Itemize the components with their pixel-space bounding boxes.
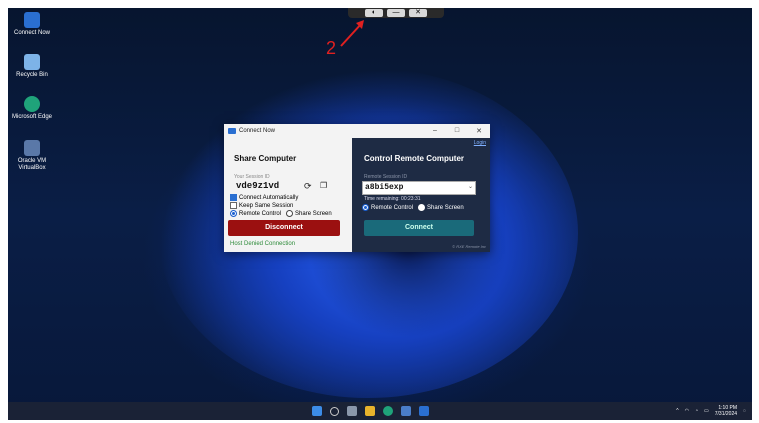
notification-icon[interactable]: ◌ bbox=[743, 408, 746, 414]
checkbox-label: Connect Automatically bbox=[239, 194, 299, 201]
window-titlebar: Connect Now – □ ✕ bbox=[224, 124, 490, 138]
keep-same-session-checkbox[interactable]: Keep Same Session bbox=[230, 202, 293, 209]
copy-icon[interactable]: ❐ bbox=[320, 181, 327, 190]
connection-status: Host Denied Connection bbox=[230, 241, 296, 247]
system-tray: ^ ◠ ◔ ▭ 1:10 PM 7/31/2024 ◌ bbox=[676, 405, 746, 417]
time-remaining: Time remaining: 00:23:31 bbox=[364, 196, 421, 202]
app-logo-icon bbox=[228, 128, 236, 134]
connect-automatically-checkbox[interactable]: Connect Automatically bbox=[230, 194, 298, 201]
checkbox-unchecked bbox=[230, 202, 237, 209]
disconnect-button[interactable]: Disconnect bbox=[228, 220, 340, 236]
close-session-button[interactable]: ✕ bbox=[409, 9, 427, 17]
copyright-text: © RXE Remote Inc bbox=[452, 244, 486, 249]
virtualbox-icon bbox=[24, 140, 40, 156]
recycle-bin-icon bbox=[24, 54, 40, 70]
desktop-icon-label: Microsoft Edge bbox=[11, 114, 53, 120]
annotation-number: 2 bbox=[326, 38, 337, 58]
maximize-icon[interactable]: □ bbox=[446, 127, 468, 135]
radio-label: Share Screen bbox=[427, 204, 464, 211]
annotation-arrow bbox=[340, 20, 364, 47]
login-link[interactable]: Login bbox=[474, 140, 486, 146]
clock[interactable]: 1:10 PM 7/31/2024 bbox=[715, 405, 737, 417]
desktop-icon-edge[interactable]: Microsoft Edge bbox=[10, 96, 54, 121]
desktop-icon-label: Recycle Bin bbox=[16, 72, 48, 78]
edge-icon bbox=[24, 96, 40, 112]
share-computer-pane: Share Computer Your Session ID vde9z1vd … bbox=[224, 138, 352, 252]
connect-now-window: Connect Now – □ ✕ Share Computer Your Se… bbox=[224, 124, 490, 252]
desktop-icon-label: Connect Now bbox=[13, 30, 51, 36]
share-mode-radios: Remote Control Share Screen bbox=[230, 210, 332, 217]
connect-button[interactable]: Connect bbox=[364, 220, 474, 236]
control-mode-radios: Remote Control Share Screen bbox=[362, 204, 464, 211]
search-icon[interactable] bbox=[330, 406, 339, 416]
remote-session-input[interactable]: a8bi5exp ⌄ bbox=[362, 181, 476, 195]
start-icon[interactable] bbox=[312, 406, 322, 416]
wifi-icon[interactable]: ◠ bbox=[685, 408, 689, 414]
speaker-icon[interactable]: ◔ bbox=[695, 408, 698, 414]
desktop-icon-virtualbox[interactable]: Oracle VM VirtualBox bbox=[10, 140, 54, 172]
battery-icon[interactable]: ▭ bbox=[704, 408, 709, 414]
share-heading: Share Computer bbox=[234, 154, 297, 163]
file-explorer-icon[interactable] bbox=[365, 406, 375, 416]
chevron-down-icon[interactable]: ⌄ bbox=[468, 183, 473, 190]
remote-session-value: a8bi5exp bbox=[365, 183, 404, 192]
remote-session-toolbar: ◐ — ✕ bbox=[348, 8, 444, 18]
toggle-view-button[interactable]: ◐ bbox=[365, 9, 383, 17]
refresh-icon[interactable]: ⟳ bbox=[304, 181, 312, 192]
store-icon[interactable] bbox=[401, 406, 411, 416]
minimize-session-button[interactable]: — bbox=[387, 9, 405, 17]
remote-control-radio[interactable] bbox=[230, 210, 237, 217]
window-title: Connect Now bbox=[239, 128, 276, 134]
task-view-icon[interactable] bbox=[347, 406, 357, 416]
close-icon[interactable]: ✕ bbox=[468, 127, 490, 135]
chevron-up-icon[interactable]: ^ bbox=[676, 408, 678, 414]
radio-label: Remote Control bbox=[371, 204, 414, 211]
share-screen-radio[interactable] bbox=[286, 210, 294, 217]
share-screen-radio[interactable] bbox=[418, 204, 426, 211]
connect-now-taskbar-icon[interactable] bbox=[419, 406, 429, 416]
checkbox-checked bbox=[230, 194, 237, 201]
connect-now-icon bbox=[24, 12, 40, 28]
radio-label: Share Screen bbox=[295, 210, 332, 217]
edge-icon[interactable] bbox=[383, 406, 393, 416]
control-heading: Control Remote Computer bbox=[364, 154, 464, 163]
desktop-icon-connect-now[interactable]: Connect Now bbox=[10, 12, 54, 37]
taskbar: ^ ◠ ◔ ▭ 1:10 PM 7/31/2024 ◌ bbox=[8, 402, 752, 420]
control-remote-pane: Login Control Remote Computer Remote Ses… bbox=[352, 138, 490, 252]
remote-desktop-screen: Connect Now Recycle Bin Microsoft Edge O… bbox=[8, 8, 752, 420]
remote-control-radio[interactable] bbox=[362, 204, 369, 211]
checkbox-label: Keep Same Session bbox=[239, 202, 294, 209]
radio-label: Remote Control bbox=[239, 210, 282, 217]
session-id-label: Your Session ID bbox=[234, 174, 270, 180]
minimize-icon[interactable]: – bbox=[424, 127, 446, 135]
session-id-value: vde9z1vd bbox=[236, 181, 280, 191]
clock-date: 7/31/2024 bbox=[714, 411, 738, 417]
desktop-icon-recycle-bin[interactable]: Recycle Bin bbox=[10, 54, 54, 79]
desktop-icon-label: Oracle VM VirtualBox bbox=[17, 158, 47, 171]
remote-session-label: Remote Session ID bbox=[364, 174, 408, 180]
